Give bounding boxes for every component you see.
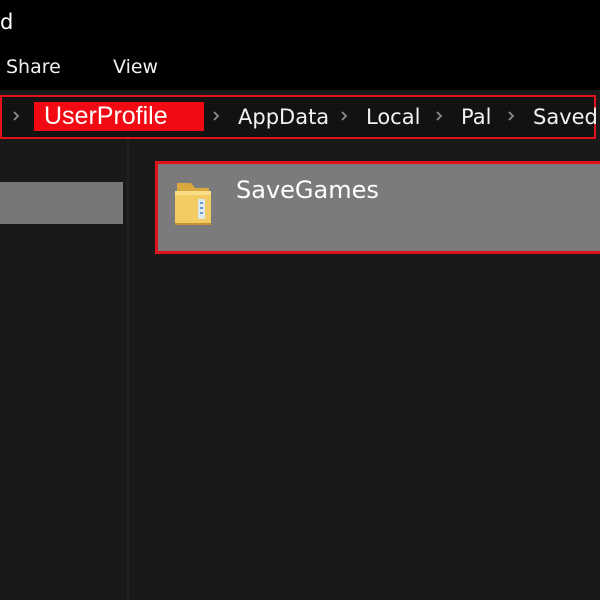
folder-icon xyxy=(171,175,215,231)
address-bar[interactable]: UserProfile AppData Local Pal Saved xyxy=(0,95,598,139)
file-explorer-window: d Share View UserProfile AppData Local P… xyxy=(0,0,600,600)
breadcrumb-highlight: UserProfile xyxy=(34,102,204,131)
folder-name: SaveGames xyxy=(236,176,379,204)
breadcrumb-saved[interactable]: Saved xyxy=(533,104,598,130)
breadcrumb-local[interactable]: Local xyxy=(366,104,420,130)
navigation-pane xyxy=(0,139,127,600)
window-title: d xyxy=(0,10,14,34)
chevron-right-icon[interactable] xyxy=(435,108,443,124)
ribbon-tabs: Share View xyxy=(0,44,600,90)
chevron-right-icon[interactable] xyxy=(212,108,220,124)
breadcrumb-appdata[interactable]: AppData xyxy=(238,104,329,130)
breadcrumb-pal[interactable]: Pal xyxy=(461,104,491,130)
folder-item-savegames[interactable]: SaveGames xyxy=(155,161,600,254)
title-bar: d xyxy=(0,0,600,44)
chevron-right-icon[interactable] xyxy=(12,108,20,124)
tab-view[interactable]: View xyxy=(113,55,158,79)
chevron-right-icon[interactable] xyxy=(340,108,348,124)
breadcrumb-userprofile[interactable]: UserProfile xyxy=(44,102,194,131)
file-list: SaveGames xyxy=(129,139,600,600)
chevron-right-icon[interactable] xyxy=(507,108,515,124)
nav-selected-item[interactable] xyxy=(0,182,123,224)
tab-share[interactable]: Share xyxy=(6,55,61,79)
